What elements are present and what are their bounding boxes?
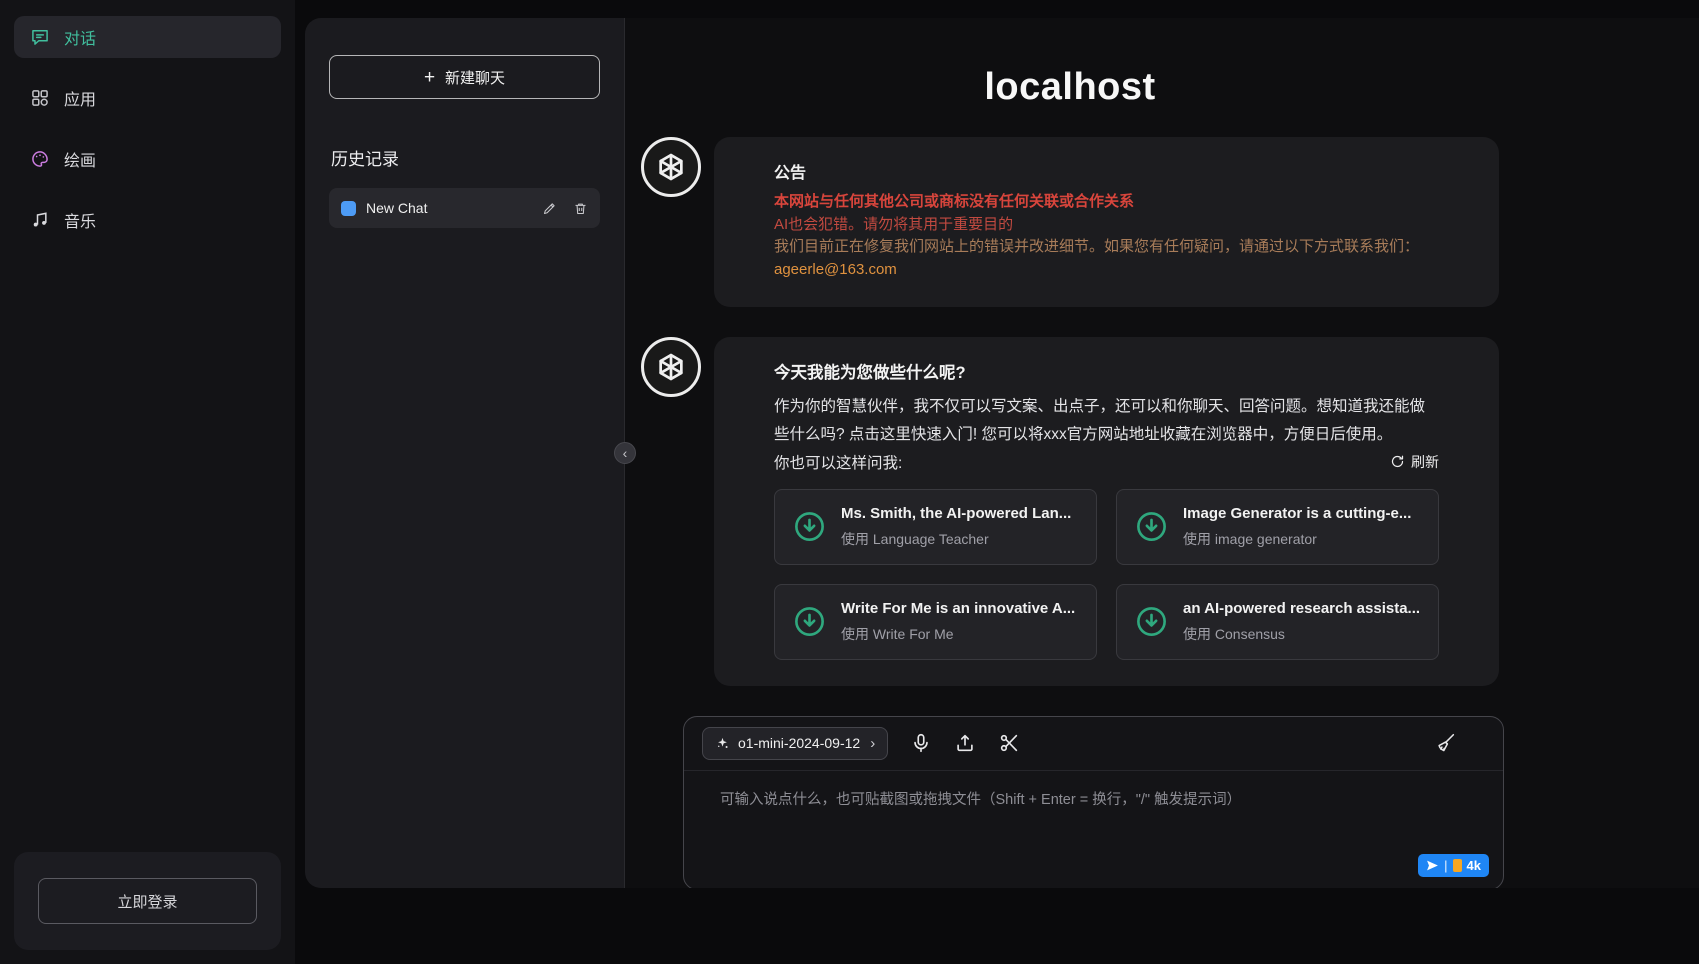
send-plane-icon xyxy=(1426,859,1439,872)
sidebar-item-apps[interactable]: 应用 xyxy=(14,77,281,119)
message-row-announcement: 公告 本网站与任何其他公司或商标没有任何关联或合作关系 AI也会犯错。请勿将其用… xyxy=(641,137,1499,307)
openai-logo-icon xyxy=(654,350,688,384)
chat-list-panel: + 新建聊天 历史记录 New Chat xyxy=(305,18,625,888)
announcement-line-1: 本网站与任何其他公司或商标没有任何关联或合作关系 xyxy=(774,191,1439,214)
sidebar-login-panel: 立即登录 xyxy=(14,852,281,950)
workspace: + 新建聊天 历史记录 New Chat ‹ localhost xyxy=(305,18,1699,888)
download-circle-icon xyxy=(792,509,827,544)
ask-hint-row: 你也可以这样问我: 刷新 xyxy=(774,451,1439,473)
upload-button[interactable] xyxy=(954,732,976,754)
new-chat-button[interactable]: + 新建聊天 xyxy=(329,55,600,99)
suggestion-subtitle: 使用 Language Teacher xyxy=(841,529,1071,549)
chat-item-avatar xyxy=(341,201,356,216)
palette-icon xyxy=(30,149,50,169)
sparkle-icon xyxy=(715,736,730,751)
suggestion-subtitle: 使用 image generator xyxy=(1183,529,1411,549)
suggestion-subtitle: 使用 Consensus xyxy=(1183,624,1420,644)
welcome-title: 今天我能为您做些什么呢? xyxy=(774,359,1439,383)
download-circle-icon xyxy=(1134,604,1169,639)
suggestion-subtitle: 使用 Write For Me xyxy=(841,624,1075,644)
apps-grid-icon xyxy=(30,88,50,108)
welcome-body: 作为你的智慧伙伴，我不仅可以写文案、出点子，还可以和你聊天、回答问题。想知道我还… xyxy=(774,393,1439,449)
app-sidebar: 对话 应用 绘画 xyxy=(0,0,295,964)
openai-logo-icon xyxy=(654,150,688,184)
microphone-button[interactable] xyxy=(910,732,932,754)
chat-main: localhost 公告 本网站与任何其他 xyxy=(625,18,1699,888)
new-chat-label: 新建聊天 xyxy=(445,67,505,88)
suggestion-card[interactable]: an AI-powered research assista... 使用 Con… xyxy=(1116,584,1439,660)
message-row-welcome: 今天我能为您做些什么呢? 作为你的智慧伙伴，我不仅可以写文案、出点子，还可以和你… xyxy=(641,337,1499,686)
announcement-card: 公告 本网站与任何其他公司或商标没有任何关联或合作关系 AI也会犯错。请勿将其用… xyxy=(714,137,1499,307)
download-circle-icon xyxy=(792,604,827,639)
model-selector[interactable]: o1-mini-2024-09-12 › xyxy=(702,727,888,760)
suggestion-card[interactable]: Write For Me is an innovative A... 使用 Wr… xyxy=(774,584,1097,660)
announcement-title: 公告 xyxy=(774,159,1439,183)
chevron-right-icon: › xyxy=(870,735,875,752)
announcement-line-2: AI也会犯错。请勿将其用于重要目的 xyxy=(774,214,1439,237)
model-label: o1-mini-2024-09-12 xyxy=(738,735,860,751)
refresh-icon xyxy=(1390,454,1405,469)
sidebar-item-draw[interactable]: 绘画 xyxy=(14,138,281,180)
login-button[interactable]: 立即登录 xyxy=(38,878,257,924)
suggestion-card[interactable]: Image Generator is a cutting-e... 使用 ima… xyxy=(1116,489,1439,565)
composer: o1-mini-2024-09-12 › xyxy=(683,716,1504,888)
download-circle-icon xyxy=(1134,509,1169,544)
chat-list-item[interactable]: New Chat xyxy=(329,188,600,228)
refresh-label: 刷新 xyxy=(1411,452,1439,472)
assistant-avatar xyxy=(641,337,701,397)
context-battery-icon xyxy=(1453,859,1462,872)
token-count-badge[interactable]: | 4k xyxy=(1418,854,1489,877)
sidebar-item-label: 对话 xyxy=(64,25,96,49)
collapse-sidebar-button[interactable]: ‹ xyxy=(614,442,636,464)
announcement-line-3: 我们目前正在修复我们网站上的错误并改进细节。如果您有任何疑问，请通过以下方式联系… xyxy=(774,236,1439,259)
refresh-suggestions-button[interactable]: 刷新 xyxy=(1390,452,1439,472)
music-note-icon xyxy=(30,210,50,230)
token-count-label: 4k xyxy=(1467,858,1481,873)
suggestion-title: Ms. Smith, the AI-powered Lan... xyxy=(841,505,1071,522)
suggestion-title: Write For Me is an innovative A... xyxy=(841,600,1075,617)
clear-context-broom-button[interactable] xyxy=(1435,732,1457,754)
message-input[interactable]: 可输入说点什么，也可贴截图或拖拽文件（Shift + Enter = 换行，"/… xyxy=(684,771,1503,888)
sidebar-item-label: 绘画 xyxy=(64,147,96,171)
chat-bubble-icon xyxy=(30,27,50,47)
screenshot-scissors-button[interactable] xyxy=(998,732,1020,754)
contact-email-link[interactable]: ageerle@163.com xyxy=(774,259,1439,282)
ask-hint-text: 你也可以这样问我: xyxy=(774,451,902,473)
assistant-avatar xyxy=(641,137,701,197)
suggestion-card[interactable]: Ms. Smith, the AI-powered Lan... 使用 Lang… xyxy=(774,489,1097,565)
welcome-card: 今天我能为您做些什么呢? 作为你的智慧伙伴，我不仅可以写文案、出点子，还可以和你… xyxy=(714,337,1499,686)
suggestion-title: an AI-powered research assista... xyxy=(1183,600,1420,617)
history-title: 历史记录 xyxy=(331,145,598,170)
plus-icon: + xyxy=(424,68,435,87)
sidebar-item-label: 应用 xyxy=(64,86,96,110)
page-title: localhost xyxy=(641,66,1499,109)
chat-item-title: New Chat xyxy=(366,200,532,216)
sidebar-item-label: 音乐 xyxy=(64,208,96,232)
suggestion-grid: Ms. Smith, the AI-powered Lan... 使用 Lang… xyxy=(774,489,1439,660)
delete-icon[interactable] xyxy=(573,201,588,216)
edit-icon[interactable] xyxy=(542,201,557,216)
sidebar-item-music[interactable]: 音乐 xyxy=(14,199,281,241)
composer-toolbar: o1-mini-2024-09-12 › xyxy=(684,717,1503,771)
sidebar-item-chat[interactable]: 对话 xyxy=(14,16,281,58)
suggestion-title: Image Generator is a cutting-e... xyxy=(1183,505,1411,522)
